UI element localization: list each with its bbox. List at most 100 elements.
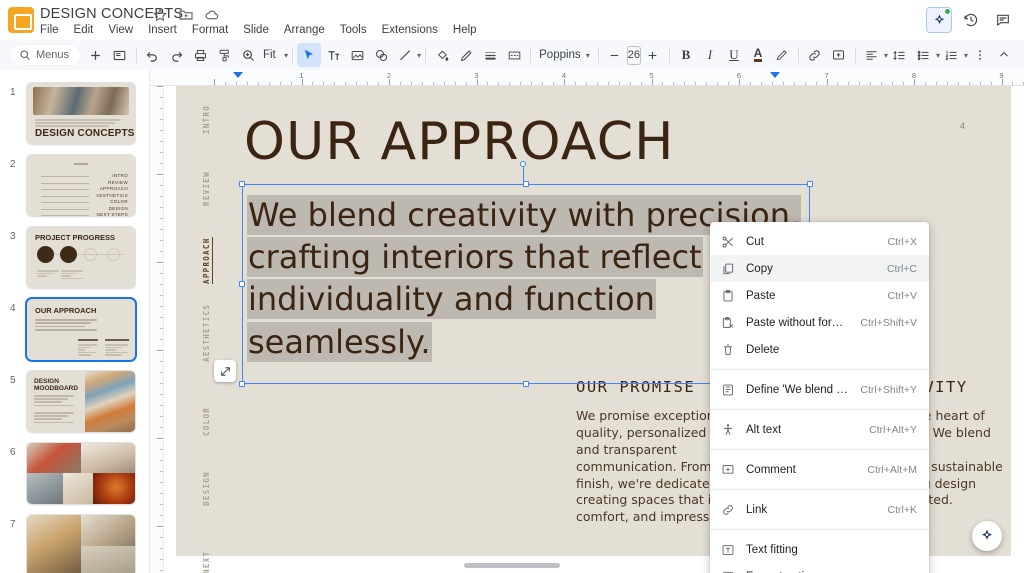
menu-edit[interactable]: Edit xyxy=(72,23,96,37)
filmstrip-row[interactable]: 5 DESIGN MOODBOARD xyxy=(0,371,149,443)
context-menu-item-copy[interactable]: Copy Ctrl+C xyxy=(710,255,929,282)
text-color-button[interactable]: A xyxy=(746,43,770,67)
slide-thumbnail[interactable]: DESIGN CONCEPTS xyxy=(27,83,135,144)
context-menu-item-alt-text[interactable]: Alt text Ctrl+Alt+Y xyxy=(710,416,929,443)
slide-thumbnail[interactable]: OUR APPROACH xyxy=(27,299,135,360)
horizontal-ruler[interactable]: 1 2 3 4 5 6 7 8 9 xyxy=(150,70,1024,86)
gemini-fab[interactable] xyxy=(972,521,1002,551)
chevron-down-icon[interactable]: ▾ xyxy=(284,51,288,60)
slide-nav-next[interactable]: NEXT xyxy=(202,551,211,573)
horizontal-scrollbar[interactable] xyxy=(464,563,560,568)
vertical-ruler[interactable] xyxy=(150,86,164,573)
menu-arrange[interactable]: Arrange xyxy=(282,23,327,37)
slide-nav-review[interactable]: REVIEW xyxy=(202,171,211,206)
border-dash-button[interactable] xyxy=(502,43,526,67)
resize-handle-top-right[interactable] xyxy=(807,181,813,187)
numbered-list-button[interactable] xyxy=(940,43,964,67)
menu-help[interactable]: Help xyxy=(451,23,479,37)
filmstrip-row[interactable]: 2 INTRO REVIEW APPROACH AESTHETICS COLOR DESIG… xyxy=(0,155,149,227)
context-menu-item-paste[interactable]: Paste Ctrl+V xyxy=(710,282,929,309)
menus-search-button[interactable]: Menus xyxy=(10,44,82,66)
layout-button[interactable] xyxy=(108,43,132,67)
text-fitting-badge[interactable] xyxy=(214,360,236,382)
bulleted-list-button[interactable] xyxy=(912,43,936,67)
menu-file[interactable]: File xyxy=(38,23,61,37)
slide-thumbnail[interactable]: PROJECT PROGRESS xyxy=(27,227,135,288)
filmstrip-row[interactable]: 3 PROJECT PROGRESS xyxy=(0,227,149,299)
filmstrip-row[interactable]: 1 DESIGN CONCEPTS xyxy=(0,83,149,155)
context-menu-item-paste-without-formatting[interactable]: Paste without formatting Ctrl+Shift+V xyxy=(710,309,929,336)
cloud-saved-icon[interactable] xyxy=(204,7,220,23)
menu-insert[interactable]: Insert xyxy=(146,23,179,37)
context-menu-item-cut[interactable]: Cut Ctrl+X xyxy=(710,228,929,255)
more-options-button[interactable] xyxy=(968,43,992,67)
insert-link-button[interactable] xyxy=(803,43,827,67)
select-tool[interactable] xyxy=(297,43,322,67)
menu-extensions[interactable]: Extensions xyxy=(380,23,440,37)
slide-nav-intro[interactable]: INTRO xyxy=(202,105,211,134)
menu-view[interactable]: View xyxy=(106,23,135,37)
right-indent-marker[interactable] xyxy=(770,72,780,78)
menu-tools[interactable]: Tools xyxy=(338,23,369,37)
line-spacing-button[interactable] xyxy=(888,43,912,67)
resize-handle-top-left[interactable] xyxy=(239,181,245,187)
border-color-button[interactable] xyxy=(454,43,478,67)
resize-handle-bottom-center[interactable] xyxy=(523,381,529,387)
resize-handle-middle-left[interactable] xyxy=(239,281,245,287)
comment-history-button[interactable] xyxy=(990,7,1016,33)
zoom-button[interactable] xyxy=(237,43,261,67)
context-menu-item-comment[interactable]: Comment Ctrl+Alt+M xyxy=(710,456,929,483)
context-menu-item-delete[interactable]: Delete xyxy=(710,336,929,363)
slide-thumbnail[interactable]: INTRO REVIEW APPROACH AESTHETICS COLOR DESIGN… xyxy=(27,155,135,216)
italic-button[interactable]: I xyxy=(698,43,722,67)
slide-nav-color[interactable]: COLOR xyxy=(202,407,211,436)
rotation-handle[interactable] xyxy=(520,161,526,167)
context-menu[interactable]: Cut Ctrl+X Copy Ctrl+C Paste Ctrl+V Paste with… xyxy=(710,222,929,573)
star-icon[interactable] xyxy=(152,7,168,23)
redo-button[interactable] xyxy=(165,43,189,67)
slide-thumbnail[interactable]: DESIGN MOODBOARD xyxy=(27,371,135,432)
insert-image-tool[interactable] xyxy=(345,43,369,67)
shape-tool[interactable] xyxy=(369,43,393,67)
slide-nav-aesthetics[interactable]: AESTHETICS xyxy=(202,304,211,362)
slide-thumbnail[interactable] xyxy=(27,443,135,504)
font-size-input[interactable]: 26 xyxy=(626,45,641,65)
move-to-folder-icon[interactable] xyxy=(178,7,194,23)
collapse-toolbar-button[interactable] xyxy=(992,43,1016,67)
slide-nav-approach[interactable]: APPROACH xyxy=(202,237,213,284)
resize-handle-bottom-left[interactable] xyxy=(239,381,245,387)
add-comment-button[interactable] xyxy=(827,43,851,67)
gemini-button[interactable] xyxy=(926,7,952,33)
print-button[interactable] xyxy=(189,43,213,67)
version-history-button[interactable] xyxy=(958,7,984,33)
bold-button[interactable]: B xyxy=(674,43,698,67)
paint-format-button[interactable] xyxy=(213,43,237,67)
line-options-chevron-icon[interactable]: ▾ xyxy=(417,51,421,60)
new-slide-button[interactable] xyxy=(84,43,108,67)
context-menu-item-format-options[interactable]: Format options xyxy=(710,563,929,573)
decrease-font-size-button[interactable] xyxy=(603,43,627,67)
border-weight-button[interactable] xyxy=(478,43,502,67)
filmstrip-row[interactable]: 7 xyxy=(0,515,149,573)
slide-nav-design[interactable]: DESIGN xyxy=(202,471,211,506)
context-menu-item-text-fitting[interactable]: Text fitting xyxy=(710,536,929,563)
context-menu-item-define-we-blend-creativity[interactable]: Define 'We blend creativity…' Ctrl+Shift+… xyxy=(710,376,929,403)
underline-button[interactable]: U xyxy=(722,43,746,67)
menu-slide[interactable]: Slide xyxy=(241,23,271,37)
filmstrip-row[interactable]: 4 OUR APPROACH xyxy=(0,299,149,371)
align-button[interactable] xyxy=(860,43,884,67)
undo-button[interactable] xyxy=(141,43,165,67)
menu-format[interactable]: Format xyxy=(190,23,230,37)
filmstrip-row[interactable]: 6 xyxy=(0,443,149,515)
fill-color-button[interactable] xyxy=(430,43,454,67)
left-indent-marker[interactable] xyxy=(233,72,243,78)
highlight-color-button[interactable] xyxy=(770,43,794,67)
zoom-level-label[interactable]: Fit xyxy=(261,49,278,61)
font-family-selector[interactable]: Poppins ▾ xyxy=(535,49,594,61)
slide-thumbnail[interactable] xyxy=(27,515,135,573)
slide-title[interactable]: OUR APPROACH xyxy=(244,112,675,172)
line-tool[interactable] xyxy=(393,43,417,67)
context-menu-item-link[interactable]: Link Ctrl+K xyxy=(710,496,929,523)
increase-font-size-button[interactable] xyxy=(641,43,665,67)
text-box-tool[interactable] xyxy=(321,43,345,67)
